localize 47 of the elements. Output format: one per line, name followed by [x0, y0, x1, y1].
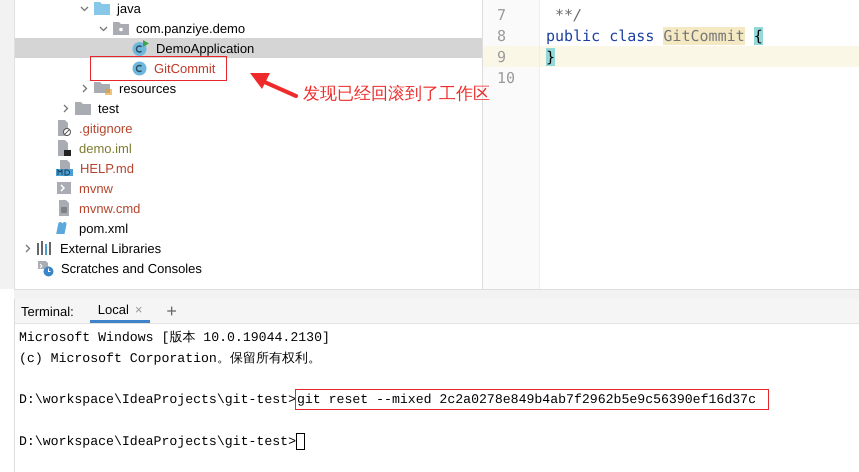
callout-arrow	[248, 70, 298, 98]
tree-item-label[interactable]: mvnw.cmd	[76, 200, 144, 216]
tree-item-label[interactable]: Scratches and Consoles	[58, 260, 205, 276]
line-number: 8	[497, 26, 506, 44]
line-number: 9	[497, 48, 506, 66]
script-file-icon	[56, 181, 72, 195]
terminal-tab[interactable]: Local ×	[90, 299, 150, 323]
line-number: 7	[497, 6, 506, 24]
code-token: **/	[554, 6, 582, 24]
callout-text: 发现已经回滚到了工作区	[303, 83, 490, 105]
file-icon	[56, 120, 72, 136]
tree-item-label[interactable]: test	[95, 100, 122, 116]
file-icon	[56, 140, 72, 156]
tree-item-label[interactable]: HELP.md	[77, 160, 137, 176]
folder-icon	[75, 101, 91, 115]
new-tab-button[interactable]: +	[166, 300, 177, 322]
package-icon	[113, 21, 129, 35]
terminal-output: (c) Microsoft Corporation。保留所有权利。	[19, 350, 321, 366]
tree-item-label[interactable]: com.panziye.demo	[133, 20, 248, 36]
code-token: GitCommit	[663, 26, 745, 44]
terminal-prompt: D:\workspace\IdeaProjects\git-test>	[19, 434, 296, 449]
folder-icon	[94, 1, 110, 15]
tree-item-label[interactable]: pom.xml	[76, 220, 132, 236]
line-number: 10	[497, 68, 516, 86]
terminal-output: Microsoft Windows [版本 10.0.19044.2130]	[19, 328, 330, 346]
terminal-label: Terminal:	[21, 304, 74, 318]
code-token: public	[546, 26, 602, 44]
scratches-icon	[37, 260, 54, 276]
tree-item-label[interactable]: .gitignore	[76, 120, 136, 136]
terminal-prompt: D:\workspace\IdeaProjects\git-test>	[19, 392, 296, 407]
class-icon	[132, 60, 147, 76]
tree-item-label[interactable]: External Libraries	[57, 240, 164, 256]
tree-item-label[interactable]: resources	[116, 80, 180, 96]
file-icon	[56, 200, 72, 216]
code-token: {	[754, 26, 763, 44]
markdown-file-icon	[56, 160, 73, 176]
tree-item-label[interactable]: java	[114, 0, 144, 16]
folder-icon	[94, 80, 112, 96]
tree-item-label[interactable]: mvnw	[76, 180, 116, 196]
class-icon	[132, 40, 149, 56]
libraries-icon	[37, 241, 53, 255]
tree-item-label[interactable]: GitCommit	[151, 60, 218, 76]
tree-item-label[interactable]: DemoApplication	[153, 40, 258, 56]
code-token: class	[609, 26, 656, 44]
code-token: }	[546, 48, 556, 66]
tree-item-label[interactable]: demo.iml	[76, 140, 135, 156]
terminal-command: git reset --mixed 2c2a0278e849b4ab7f2962b5e9c56390ef16d37c	[296, 390, 768, 409]
